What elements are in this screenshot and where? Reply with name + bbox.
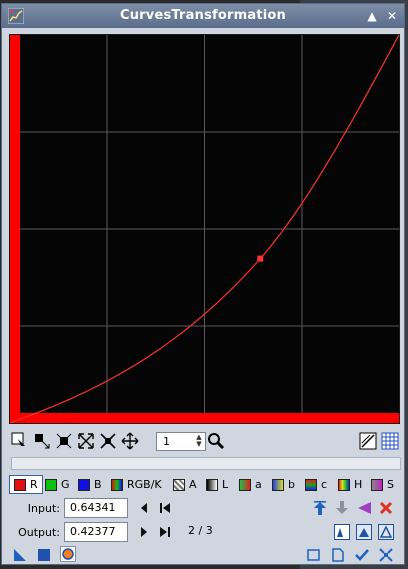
previous-point-icon[interactable] [136,500,152,516]
select-point-icon[interactable] [33,432,51,450]
ok-check-icon[interactable] [354,547,370,563]
a-swatch-icon [239,478,251,491]
real-time-preview-icon[interactable] [60,546,76,562]
rgbk-swatch-icon [111,478,123,491]
channel-rgbk[interactable]: RGB/K [111,475,162,494]
channel-h[interactable]: H [338,475,362,494]
input-label: Input: [27,502,60,515]
curves-transformation-window: CurvesTransformation ▲ ✕ 1 ▲ ▼ R G B RGB… [1,3,405,565]
green-swatch-icon [45,478,57,491]
point-index: 2 / 3 [188,524,213,537]
restore-arrow-down-icon[interactable] [334,500,350,516]
store-arrow-up-icon[interactable] [312,500,328,516]
alpha-swatch-icon [173,478,185,491]
spin-arrows-icon[interactable]: ▲ ▼ [194,434,204,449]
process-bottom-bar [2,544,404,564]
last-point-icon[interactable] [157,524,173,540]
curve-control-point[interactable] [257,255,264,262]
blue-swatch-icon [78,478,90,491]
linear-interpolation-icon[interactable] [378,524,394,540]
horizontal-channel-bar [10,413,399,423]
zoom-magnifier-icon[interactable] [207,432,225,450]
cubic-interpolation-icon[interactable] [356,524,372,540]
reverse-icon[interactable] [356,500,372,516]
channel-b[interactable]: B [78,475,102,494]
curve-graph[interactable] [9,34,400,424]
zoom-fit-icon[interactable] [77,432,95,450]
output-field[interactable]: 0.42377 [64,522,128,542]
apply-global-icon[interactable] [36,547,52,563]
window-title: CurvesTransformation [119,8,287,23]
saturation-swatch-icon [371,478,383,491]
invert-curve-icon[interactable] [359,432,377,450]
shade-icon[interactable]: ▲ [364,8,380,24]
input-field[interactable]: 0.64341 [64,498,128,518]
curve-grid [10,35,399,423]
vertical-channel-bar [10,35,20,423]
edit-point-icon[interactable] [11,432,29,450]
histogram-scrollbar[interactable] [11,457,401,470]
channel-a-star[interactable]: a [239,475,262,494]
channel-selector: R G B RGB/K A L a b c H S [9,475,403,495]
chroma-swatch-icon [305,478,317,491]
lightness-swatch-icon [206,478,218,491]
curve-toolbar: 1 ▲ ▼ [9,430,401,454]
channel-r[interactable]: R [9,475,43,494]
collapse-icon[interactable] [378,547,394,563]
channel-l[interactable]: L [206,475,228,494]
new-instance-icon[interactable] [12,547,28,563]
reset-x-icon[interactable] [378,500,394,516]
channel-a[interactable]: A [173,475,197,494]
reset-instance-icon[interactable] [330,547,346,563]
title-bar[interactable]: CurvesTransformation ▲ ✕ [2,4,404,28]
hue-swatch-icon [338,478,350,491]
channel-s[interactable]: S [371,475,394,494]
zoom-out-arrows-icon[interactable] [99,432,117,450]
channel-b-star[interactable]: b [272,475,295,494]
channel-g[interactable]: G [45,475,70,494]
close-icon[interactable]: ✕ [384,8,400,24]
next-point-icon[interactable] [136,524,152,540]
grid-toggle-icon[interactable] [381,432,399,450]
pan-icon[interactable] [121,432,139,450]
delete-point-icon[interactable] [55,432,73,450]
zoom-spinbox[interactable]: 1 ▲ ▼ [156,432,206,451]
red-swatch-icon [14,478,26,491]
akima-interpolation-icon[interactable] [334,524,350,540]
channel-c[interactable]: c [305,475,327,494]
browse-documentation-icon[interactable] [306,547,322,563]
b-swatch-icon [272,478,284,491]
first-point-icon[interactable] [157,500,173,516]
output-label: Output: [18,526,60,539]
zoom-value: 1 [163,435,170,448]
